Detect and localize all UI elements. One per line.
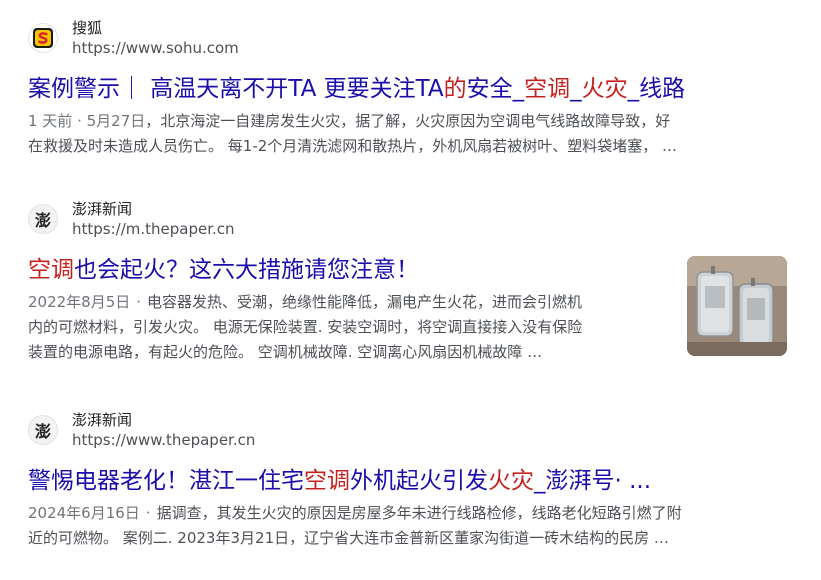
title-text: 案例警示｜ 高温天离不开TA 更要关注TA [28,76,444,102]
search-results: 搜狐 https://www.sohu.com 案例警示｜ 高温天离不开TA 更… [0,0,821,580]
separator-dot: · [145,504,151,522]
result-title-link[interactable]: 空调也会起火？这六大措施请您注意！ [28,255,419,285]
result-date: 2022年8月5日 [28,293,131,311]
snippet-line: 在救援及时未造成人员伤亡。 每1-2个月清洗滤网和散热片，外机风扇若被树叶、塑料… [28,137,678,155]
result-source[interactable]: 澎 澎湃新闻 https://m.thepaper.cn [28,199,235,239]
result-thumbnail[interactable] [687,256,787,356]
result-snippet: 1 天前 · 5月27日，北京海淀一自建房发生火灾，据了解，火灾原因为空调电气线… [28,109,788,159]
thepaper-logo-icon: 澎 [28,204,58,234]
site-name: 澎湃新闻 [72,200,133,218]
site-url: https://www.thepaper.cn [72,431,256,449]
title-highlight: 火灾 [581,76,628,102]
title-text: 警惕电器老化！湛江一住宅 [28,468,304,494]
result-snippet: 2024年6月16日 · 据调查，其发生火灾的原因是房屋多年未进行线路检修，线路老化… [28,501,788,551]
title-text: 安全_ [466,76,525,102]
snippet-line: 电容器发热、受潮，绝缘性能降低，漏电产生火花，进而会引燃机 [147,293,583,311]
title-text: _ [570,76,582,102]
title-highlight: 空调 [524,76,571,102]
title-highlight: 空调 [304,468,350,494]
result-title-link[interactable]: 案例警示｜ 高温天离不开TA 更要关注TA的安全_空调_火灾_线路 [28,74,685,104]
thepaper-logo-icon: 澎 [28,415,58,445]
site-name: 搜狐 [72,19,103,37]
title-highlight: 的 [443,76,467,102]
site-name: 澎湃新闻 [72,411,133,429]
sohu-logo-icon [28,23,58,53]
snippet-line: 近的可燃物。 案例二. 2023年3月21日，辽宁省大连市金普新区董家沟街道一砖… [28,529,669,547]
snippet-line: 据调查，其发生火灾的原因是房屋多年未进行线路检修，线路老化短路引燃了附 [156,504,682,522]
result-source[interactable]: 澎 澎湃新闻 https://www.thepaper.cn [28,410,255,450]
title-text: 外机起火引发 [350,468,488,494]
result-source[interactable]: 搜狐 https://www.sohu.com [28,18,239,58]
title-text: _澎湃号· ... [534,468,652,494]
snippet-line: 装置的电源电路，有起火的危险。 空调机械故障. 空调离心风扇因机械故障 … [28,343,543,361]
result-snippet: 2022年8月5日 · 电容器发热、受潮，绝缘性能降低，漏电产生火花，进而会引燃机 … [28,290,678,365]
site-url: https://m.thepaper.cn [72,220,235,238]
result-date: 2024年6月16日 [28,504,140,522]
snippet-line: 内的可燃材料，引发火灾。 电源无保险装置. 安装空调时，将空调直接接入没有保险 [28,318,583,336]
capacitor-photo-icon [687,256,787,356]
snippet-line: ，北京海淀一自建房发生火灾，据了解，火灾原因为空调电气线路故障导致，好 [145,112,671,130]
site-url: https://www.sohu.com [72,39,239,57]
title-highlight: 空调 [28,257,74,283]
separator-dot: · [136,293,142,311]
result-date: 1 天前 · 5月27日 [28,112,146,130]
title-text: 也会起火？这六大措施请您注意！ [74,257,419,283]
result-title-link[interactable]: 警惕电器老化！湛江一住宅空调外机起火引发火灾_澎湃号· ... [28,466,651,496]
title-highlight: 火灾 [488,468,534,494]
title-text: _线路 [627,76,686,102]
